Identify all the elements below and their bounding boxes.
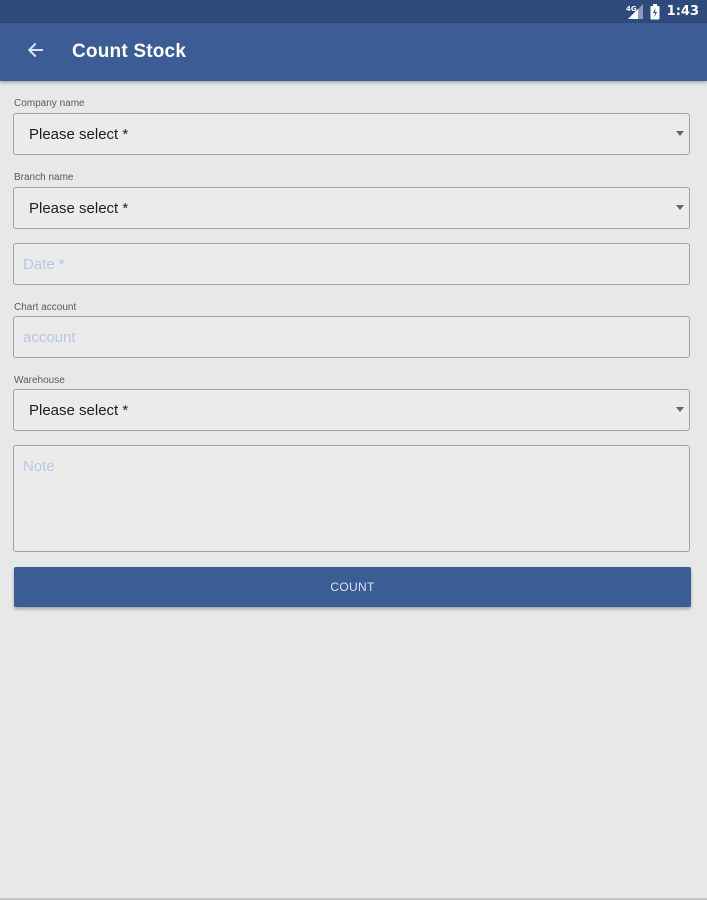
status-bar: 4G 1:43 [0, 0, 707, 23]
status-time: 1:43 [666, 4, 699, 19]
battery-icon [650, 3, 660, 20]
dropdown-arrow-icon [676, 205, 684, 210]
status-icons: 4G 1:43 [626, 3, 699, 20]
warehouse-select[interactable]: Please select * [13, 389, 690, 431]
company-name-value: Please select * [29, 126, 129, 143]
company-name-select[interactable]: Please select * [13, 113, 690, 155]
branch-name-value: Please select * [29, 200, 129, 217]
dropdown-arrow-icon [676, 407, 684, 412]
date-input[interactable] [13, 243, 690, 285]
signal-icon: 4G [626, 4, 643, 19]
dropdown-arrow-icon [676, 131, 684, 136]
company-name-label: Company name [14, 98, 85, 109]
svg-text:4G: 4G [626, 5, 637, 13]
branch-name-label: Branch name [14, 172, 74, 183]
warehouse-value: Please select * [29, 402, 129, 419]
count-button[interactable]: COUNT [14, 567, 691, 607]
branch-name-select[interactable]: Please select * [13, 187, 690, 229]
back-button[interactable] [20, 37, 50, 67]
app-bar: Count Stock [0, 23, 707, 81]
arrow-back-icon [27, 42, 43, 63]
chart-account-label: Chart account [14, 302, 77, 313]
chart-account-input[interactable] [13, 316, 690, 358]
page-title: Count Stock [72, 41, 187, 62]
note-textarea[interactable] [13, 445, 690, 552]
warehouse-label: Warehouse [14, 375, 65, 386]
